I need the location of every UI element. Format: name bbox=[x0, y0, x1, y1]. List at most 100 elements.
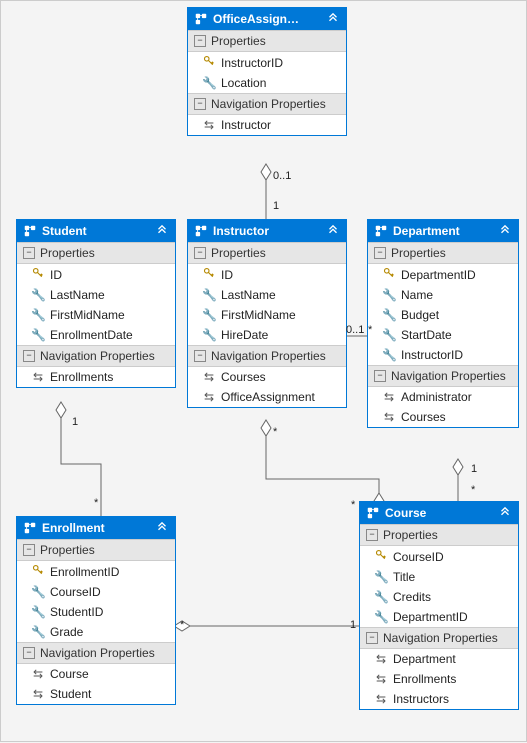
toggle-icon[interactable]: − bbox=[194, 247, 206, 259]
property-row[interactable]: 🔧LastName bbox=[188, 285, 346, 305]
property-name: StudentID bbox=[50, 605, 169, 619]
entity-course[interactable]: Course−PropertiesCourseID🔧Title🔧Credits🔧… bbox=[359, 501, 519, 710]
nav-property-row[interactable]: ⇆Courses bbox=[368, 407, 518, 427]
toggle-icon[interactable]: − bbox=[374, 370, 386, 382]
section-header-navigation[interactable]: −Navigation Properties bbox=[188, 345, 346, 367]
collapse-icon[interactable] bbox=[326, 12, 340, 26]
toggle-icon[interactable]: − bbox=[194, 350, 206, 362]
property-row[interactable]: 🔧DepartmentID bbox=[360, 607, 518, 627]
property-row[interactable]: 🔧StudentID bbox=[17, 602, 175, 622]
property-row[interactable]: 🔧InstructorID bbox=[368, 345, 518, 365]
property-name: EnrollmentDate bbox=[50, 328, 169, 342]
property-name: InstructorID bbox=[221, 56, 340, 70]
collapse-icon[interactable] bbox=[155, 224, 169, 238]
property-name: StartDate bbox=[401, 328, 512, 342]
nav-property-row[interactable]: ⇆Administrator bbox=[368, 387, 518, 407]
property-name: DepartmentID bbox=[401, 268, 512, 282]
section-header-properties[interactable]: −Properties bbox=[188, 30, 346, 52]
section-header-navigation[interactable]: −Navigation Properties bbox=[368, 365, 518, 387]
entity-header[interactable]: Student bbox=[17, 220, 175, 242]
entity-header[interactable]: Course bbox=[360, 502, 518, 524]
toggle-icon[interactable]: − bbox=[23, 247, 35, 259]
property-row[interactable]: 🔧Title bbox=[360, 567, 518, 587]
nav-property-row[interactable]: ⇆Course bbox=[17, 664, 175, 684]
nav-property-row[interactable]: ⇆Instructor bbox=[188, 115, 346, 135]
property-icon: 🔧 bbox=[202, 308, 217, 322]
property-name: DepartmentID bbox=[393, 610, 512, 624]
section-header-properties[interactable]: −Properties bbox=[188, 242, 346, 264]
toggle-icon[interactable]: − bbox=[23, 544, 35, 556]
toggle-icon[interactable]: − bbox=[23, 350, 35, 362]
section-header-properties[interactable]: −Properties bbox=[17, 539, 175, 561]
property-row[interactable]: 🔧 CourseID bbox=[17, 582, 175, 602]
property-name: Location bbox=[221, 76, 340, 90]
property-icon: 🔧 bbox=[202, 288, 217, 302]
section-header-navigation[interactable]: −Navigation Properties bbox=[188, 93, 346, 115]
entity-enrollment[interactable]: Enrollment−PropertiesEnrollmentID 🔧 Course… bbox=[16, 516, 176, 705]
toggle-icon[interactable]: − bbox=[374, 247, 386, 259]
navigation-property-icon: ⇆ bbox=[376, 672, 386, 686]
property-icon: 🔧 bbox=[31, 308, 46, 322]
nav-property-row[interactable]: ⇆Courses bbox=[188, 367, 346, 387]
property-row[interactable]: 🔧Grade bbox=[17, 622, 175, 642]
property-row[interactable]: CourseID bbox=[360, 546, 518, 567]
entity-header[interactable]: Enrollment bbox=[17, 517, 175, 539]
property-row[interactable]: 🔧EnrollmentDate bbox=[17, 325, 175, 345]
nav-property-name: Enrollments bbox=[393, 672, 512, 686]
property-row[interactable]: DepartmentID bbox=[368, 264, 518, 285]
toggle-icon[interactable]: − bbox=[194, 98, 206, 110]
entity-header[interactable]: OfficeAssign… bbox=[188, 8, 346, 30]
nav-property-row[interactable]: ⇆OfficeAssignment bbox=[188, 387, 346, 407]
entity-student[interactable]: Student−PropertiesID🔧LastName🔧FirstMidNa… bbox=[16, 219, 176, 388]
property-icon: 🔧 bbox=[31, 585, 46, 599]
toggle-icon[interactable]: − bbox=[366, 529, 378, 541]
property-row[interactable]: 🔧Credits bbox=[360, 587, 518, 607]
property-row[interactable]: ID bbox=[17, 264, 175, 285]
property-row[interactable]: 🔧FirstMidName bbox=[188, 305, 346, 325]
section-header-properties[interactable]: −Properties bbox=[360, 524, 518, 546]
nav-property-row[interactable]: ⇆Student bbox=[17, 684, 175, 704]
property-row[interactable]: 🔧Name bbox=[368, 285, 518, 305]
property-name: LastName bbox=[50, 288, 169, 302]
toggle-icon[interactable]: − bbox=[194, 35, 206, 47]
nav-property-row[interactable]: ⇆ Enrollments bbox=[360, 669, 518, 689]
toggle-icon[interactable]: − bbox=[23, 647, 35, 659]
collapse-icon[interactable] bbox=[326, 224, 340, 238]
section-header-properties[interactable]: −Properties bbox=[368, 242, 518, 264]
entity-office[interactable]: OfficeAssign…−Properties InstructorID 🔧Loc… bbox=[187, 7, 347, 136]
section-header-navigation[interactable]: −Navigation Properties bbox=[360, 627, 518, 649]
property-name: CourseID bbox=[50, 585, 169, 599]
navigation-property-icon: ⇆ bbox=[33, 370, 43, 384]
section-header-navigation[interactable]: −Navigation Properties bbox=[17, 642, 175, 664]
entity-header[interactable]: Department bbox=[368, 220, 518, 242]
property-row[interactable]: 🔧FirstMidName bbox=[17, 305, 175, 325]
property-row[interactable]: ID bbox=[188, 264, 346, 285]
collapse-icon[interactable] bbox=[498, 506, 512, 520]
property-row[interactable]: 🔧Budget bbox=[368, 305, 518, 325]
entity-instructor[interactable]: Instructor−PropertiesID🔧LastName🔧FirstMi… bbox=[187, 219, 347, 408]
nav-property-row[interactable]: ⇆Instructors bbox=[360, 689, 518, 709]
property-name: CourseID bbox=[393, 550, 512, 564]
primary-key-icon bbox=[203, 55, 215, 67]
property-icon: 🔧 bbox=[382, 288, 397, 302]
property-row[interactable]: InstructorID bbox=[188, 52, 346, 73]
multiplicity-label: * bbox=[180, 619, 184, 631]
toggle-icon[interactable]: − bbox=[366, 632, 378, 644]
property-row[interactable]: 🔧HireDate bbox=[188, 325, 346, 345]
nav-property-row[interactable]: ⇆ Enrollments bbox=[17, 367, 175, 387]
property-icon: 🔧 bbox=[374, 570, 389, 584]
nav-property-row[interactable]: ⇆Department bbox=[360, 649, 518, 669]
property-name: InstructorID bbox=[401, 348, 512, 362]
property-row[interactable]: 🔧LastName bbox=[17, 285, 175, 305]
section-header-navigation[interactable]: −Navigation Properties bbox=[17, 345, 175, 367]
property-row[interactable]: 🔧StartDate bbox=[368, 325, 518, 345]
section-header-properties[interactable]: −Properties bbox=[17, 242, 175, 264]
property-row[interactable]: EnrollmentID bbox=[17, 561, 175, 582]
entity-title: Department bbox=[393, 224, 498, 238]
entity-header[interactable]: Instructor bbox=[188, 220, 346, 242]
collapse-icon[interactable] bbox=[498, 224, 512, 238]
property-row[interactable]: 🔧Location bbox=[188, 73, 346, 93]
collapse-icon[interactable] bbox=[155, 521, 169, 535]
entity-department[interactable]: Department −Properties DepartmentID 🔧Name🔧B… bbox=[367, 219, 519, 428]
nav-property-name: Enrollments bbox=[50, 370, 169, 384]
